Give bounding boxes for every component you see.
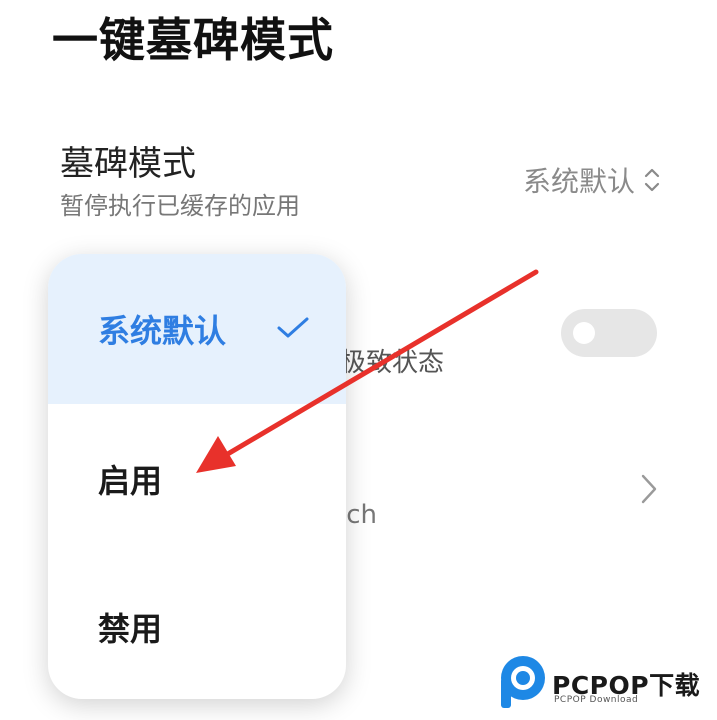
setting-title: 墓碑模式 <box>60 144 196 184</box>
check-icon <box>277 317 309 338</box>
menu-option-label: 禁用 <box>98 609 163 648</box>
menu-option-disable[interactable]: 禁用 <box>48 554 346 699</box>
menu-option-label: 系统默认 <box>98 312 227 350</box>
toggle-knob <box>573 322 595 344</box>
menu-option-enable[interactable]: 启用 <box>48 404 346 554</box>
chevron-right-icon <box>641 474 657 504</box>
toggle-switch[interactable] <box>561 309 657 357</box>
watermark: PCPOP下载 PCPOP Download <box>498 654 712 714</box>
menu-option-label: 启用 <box>98 462 163 500</box>
watermark-sub: PCPOP Download <box>554 695 639 705</box>
pcpop-logo-icon <box>501 656 545 708</box>
page-title: 一键墓碑模式 <box>52 13 334 67</box>
setting-value-label: 系统默认 <box>522 165 635 198</box>
updown-icon <box>644 168 660 192</box>
menu-option-system-default[interactable]: 系统默认 <box>48 254 346 404</box>
setting-subtitle: 暂停执行已缓存的应用 <box>60 192 300 220</box>
dropdown-menu: 系统默认 启用 禁用 <box>48 254 346 699</box>
setting-row-2-subtitle: 极致状态 <box>340 348 445 378</box>
setting-value-selector[interactable]: 系统默认 <box>523 160 661 200</box>
